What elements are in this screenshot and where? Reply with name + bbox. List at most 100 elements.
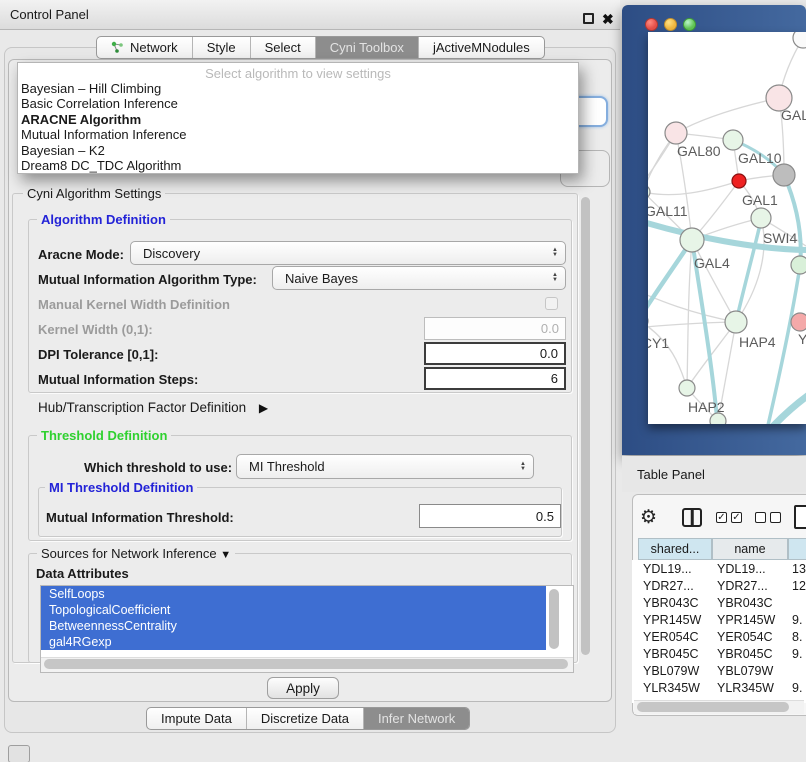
network-node-hap2[interactable]	[679, 380, 695, 396]
table-hscrollbar[interactable]	[637, 702, 789, 712]
network-node[interactable]	[793, 32, 806, 48]
network-node-label: GAL10	[738, 150, 782, 166]
combo-spinner-icon: ▲▼	[552, 248, 558, 258]
combo-spinner-icon: ▲▼	[520, 462, 526, 472]
network-node[interactable]	[773, 164, 795, 186]
mi-threshold-field[interactable]: 0.5	[419, 504, 561, 528]
list-item-selfloops[interactable]: SelfLoops	[41, 586, 546, 602]
sources-group-title[interactable]: Sources for Network Inference ▼	[37, 546, 235, 561]
table-cell[interactable]: YBL079W	[643, 664, 699, 678]
table-cell[interactable]: YDR27...	[643, 579, 694, 593]
settings-vertical-scrollbar[interactable]	[581, 197, 590, 655]
tab-select[interactable]: Select	[251, 37, 316, 58]
aracne-mode-combo[interactable]: Discovery ▲▼	[130, 241, 566, 265]
which-threshold-combo[interactable]: MI Threshold ▲▼	[236, 454, 534, 479]
network-edge[interactable]	[687, 240, 692, 388]
dropdown-item-basic-correlation[interactable]: Basic Correlation Inference	[18, 96, 578, 111]
mi-algorithm-type-label: Mutual Information Algorithm Type:	[38, 272, 257, 287]
table-cell[interactable]: YBR045C	[643, 647, 699, 661]
network-node-gal4[interactable]	[680, 228, 704, 252]
network-node-hap4[interactable]	[725, 311, 747, 333]
close-panel-icon[interactable]: ✖	[602, 11, 614, 28]
list-item-gal4rgexp[interactable]: gal4RGexp	[41, 634, 546, 650]
expander-down-arrow-icon: ▼	[220, 549, 231, 561]
network-edge[interactable]	[648, 322, 736, 330]
network-edge[interactable]	[648, 321, 687, 388]
table-cell[interactable]: YLR345W	[643, 681, 700, 695]
dpi-tolerance-field[interactable]: 0.0	[424, 342, 566, 365]
table-cell[interactable]: 9.	[792, 613, 802, 627]
dpi-tolerance-label: DPI Tolerance [0,1]:	[38, 347, 158, 362]
select-all-checkbox-icon[interactable]: ✓	[716, 512, 727, 523]
tab-cyni-toolbox[interactable]: Cyni Toolbox	[316, 37, 419, 58]
attributes-list-vscrollbar[interactable]	[549, 589, 559, 649]
network-view-window[interactable]: GAL2GAL80GAL10GAL1GAL11SWI4GAL4GCY1HAP4Y…	[622, 5, 806, 455]
tab-discretize-data[interactable]: Discretize Data	[247, 708, 364, 729]
network-node[interactable]	[791, 256, 806, 274]
attributes-list-hscrollbar[interactable]	[44, 659, 568, 669]
mi-algorithm-type-combo[interactable]: Naive Bayes ▲▼	[272, 266, 566, 290]
table-cell[interactable]: YDL19...	[643, 562, 692, 576]
table-cell[interactable]: YPR145W	[717, 613, 775, 627]
network-node-gal10[interactable]	[723, 130, 743, 150]
select-all-checkbox-icon-2[interactable]: ✓	[731, 512, 742, 523]
table-cell[interactable]: YER054C	[643, 630, 699, 644]
table-cell[interactable]: 9.	[792, 647, 802, 661]
kernel-width-field[interactable]: 0.0	[424, 317, 566, 340]
network-node-swi4[interactable]	[751, 208, 771, 228]
table-cell[interactable]: YLR345W	[717, 681, 774, 695]
deselect-all-checkbox-icon-2[interactable]	[770, 512, 781, 523]
network-node-gal80[interactable]	[665, 122, 687, 144]
dropdown-item-bayesian-k2[interactable]: Bayesian – K2	[18, 143, 578, 158]
export-table-icon[interactable]	[794, 505, 806, 529]
hub-definition-label: Hub/Transcription Factor Definition	[38, 400, 246, 415]
network-node-y[interactable]	[791, 313, 806, 331]
column-header-partial[interactable]	[788, 538, 806, 560]
window-close-button[interactable]	[645, 18, 658, 31]
network-edge[interactable]	[648, 181, 739, 195]
table-cell[interactable]: 12	[792, 579, 806, 593]
table-cell[interactable]: 13	[792, 562, 806, 576]
network-edge[interactable]	[676, 98, 779, 133]
tab-infer-network[interactable]: Infer Network	[364, 708, 469, 729]
tab-impute-data[interactable]: Impute Data	[147, 708, 247, 729]
tab-network[interactable]: Network	[97, 37, 193, 58]
dropdown-item-dream8[interactable]: Dream8 DC_TDC Algorithm	[18, 158, 578, 173]
table-cell[interactable]: YER054C	[717, 630, 773, 644]
dropdown-item-aracne[interactable]: ARACNE Algorithm	[18, 112, 578, 127]
table-cell[interactable]: 8.	[792, 630, 802, 644]
table-cell[interactable]: YPR145W	[643, 613, 701, 627]
table-cell[interactable]: YDR27...	[717, 579, 768, 593]
collapsed-panel-icon[interactable]	[8, 745, 30, 762]
network-node-label: GAL80	[677, 143, 721, 159]
mi-steps-field[interactable]: 6	[424, 367, 566, 390]
network-canvas[interactable]: GAL2GAL80GAL10GAL1GAL11SWI4GAL4GCY1HAP4Y…	[648, 32, 806, 424]
list-item-topologicalcoefficient[interactable]: TopologicalCoefficient	[41, 602, 546, 618]
tab-jactivemnodules[interactable]: jActiveMNodules	[419, 37, 544, 58]
float-window-icon[interactable]	[583, 13, 594, 24]
deselect-all-checkbox-icon[interactable]	[755, 512, 766, 523]
table-cell[interactable]: YBR045C	[717, 647, 773, 661]
table-cell[interactable]: 9.	[792, 681, 802, 695]
window-zoom-button[interactable]	[683, 18, 696, 31]
table-cell[interactable]: YBL079W	[717, 664, 773, 678]
table-cell[interactable]: YBR043C	[717, 596, 773, 610]
algorithm-dropdown-list: Select algorithm to view settings Bayesi…	[17, 62, 579, 174]
column-header-shared-name[interactable]: shared...	[638, 538, 712, 560]
dpi-tolerance-value: 0.0	[540, 346, 558, 361]
table-settings-gear-icon[interactable]: ⚙	[640, 506, 657, 529]
apply-button[interactable]: Apply	[267, 677, 339, 699]
dropdown-item-bayesian-hill[interactable]: Bayesian – Hill Climbing	[18, 81, 578, 96]
manual-kernel-checkbox[interactable]	[545, 297, 558, 310]
table-cell[interactable]: YBR043C	[643, 596, 699, 610]
column-header-name[interactable]: name	[712, 538, 788, 560]
dropdown-item-mutual-information[interactable]: Mutual Information Inference	[18, 127, 578, 142]
window-minimize-button[interactable]	[664, 18, 677, 31]
list-item-betweennesscentrality[interactable]: BetweennessCentrality	[41, 618, 546, 634]
tab-style[interactable]: Style	[193, 37, 251, 58]
column-layout-icon[interactable]	[682, 508, 702, 527]
hub-definition-expander[interactable]: Hub/Transcription Factor Definition ▶	[38, 400, 268, 415]
network-node-gal1[interactable]	[732, 174, 746, 188]
network-edge-highlighted[interactable]	[736, 220, 761, 322]
table-cell[interactable]: YDL19...	[717, 562, 766, 576]
